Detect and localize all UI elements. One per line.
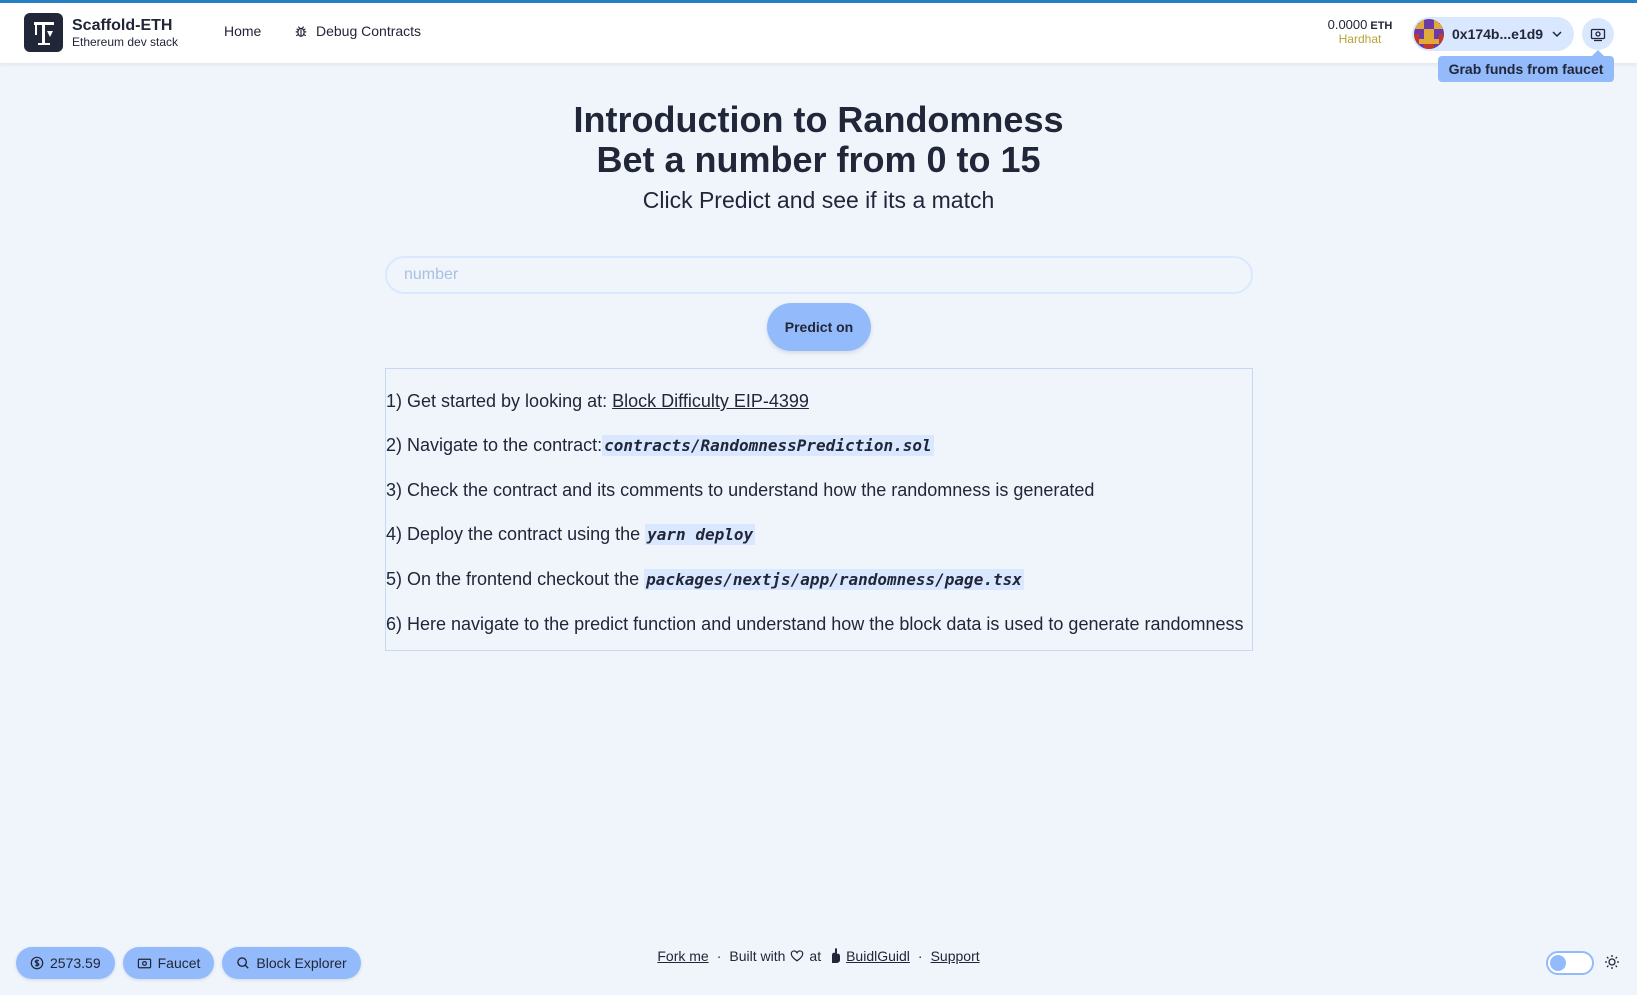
chevron-down-icon xyxy=(1552,31,1562,38)
balance-display[interactable]: 0.0000 ETH Hardhat xyxy=(1310,17,1410,47)
nav-debug-label: Debug Contracts xyxy=(316,23,422,39)
account-dropdown-button[interactable]: 0x174b...e1d9 xyxy=(1412,17,1574,51)
nav-home-link[interactable]: Home xyxy=(224,23,261,39)
fork-me-link[interactable]: Fork me xyxy=(657,948,708,964)
avatar xyxy=(1414,19,1444,49)
page-title: Introduction to Randomness xyxy=(573,99,1064,140)
buidlguidl-link[interactable]: BuidlGuidl xyxy=(846,948,910,964)
bug-icon xyxy=(295,26,307,37)
deploy-command-code: yarn deploy xyxy=(645,524,756,545)
faucet-wallet-button[interactable] xyxy=(1582,18,1614,50)
nav-debug-contracts-link[interactable]: Debug Contracts xyxy=(294,23,421,39)
instructions-box: 1) Get started by looking at: Block Diff… xyxy=(385,368,1253,651)
step-3: 3) Check the contract and its comments t… xyxy=(386,480,1095,500)
main-content: Introduction to Randomness Bet a number … xyxy=(0,100,1637,214)
number-input[interactable] xyxy=(385,256,1253,294)
banknote-icon xyxy=(1590,28,1606,42)
predict-button[interactable]: Predict on xyxy=(767,303,871,351)
at-text: at xyxy=(809,948,822,964)
network-name: Hardhat xyxy=(1338,32,1382,46)
frontend-path-code: packages/nextjs/app/randomness/page.tsx xyxy=(644,569,1024,590)
brand[interactable]: Scaffold-ETH Ethereum dev stack xyxy=(24,13,178,52)
step-1: 1) Get started by looking at: Block Diff… xyxy=(386,391,809,411)
page-title-line2: Bet a number from 0 to 15 xyxy=(596,139,1041,180)
support-link[interactable]: Support xyxy=(931,948,980,964)
step-4: 4) Deploy the contract using the yarn de… xyxy=(386,524,756,545)
balance-unit: ETH xyxy=(1370,20,1393,32)
faucet-tooltip: Grab funds from faucet xyxy=(1438,50,1614,82)
brand-subtitle: Ethereum dev stack xyxy=(72,34,179,49)
step-5: 5) On the frontend checkout the packages… xyxy=(386,569,1024,590)
step-6: 6) Here navigate to the predict function… xyxy=(386,614,1244,634)
built-with-text: Built with xyxy=(729,948,786,964)
scaffold-logo-icon xyxy=(24,13,63,52)
buidlguidl-logo-icon xyxy=(832,948,841,963)
brand-title: Scaffold-ETH xyxy=(72,16,173,34)
separator-dot: · xyxy=(917,948,923,964)
footer-links: Fork me · Built with at BuidlGuidl · Sup… xyxy=(0,948,1637,964)
sun-icon xyxy=(1605,955,1619,969)
page-subtitle: Click Predict and see if its a match xyxy=(642,187,995,213)
balance-value: 0.0000 xyxy=(1327,17,1368,32)
step-2: 2) Navigate to the contract: contracts/Ra… xyxy=(386,435,934,456)
header: Scaffold-ETH Ethereum dev stack Home Deb… xyxy=(0,3,1637,63)
separator-dot: · xyxy=(716,948,722,964)
theme-toggle[interactable] xyxy=(1546,951,1594,975)
heart-icon xyxy=(791,950,804,962)
account-address: 0x174b...e1d9 xyxy=(1452,26,1544,42)
contract-path-code: contracts/RandomnessPrediction.sol xyxy=(602,435,934,456)
toggle-knob xyxy=(1550,955,1566,971)
eip-4399-link[interactable]: Block Difficulty EIP-4399 xyxy=(612,391,809,411)
